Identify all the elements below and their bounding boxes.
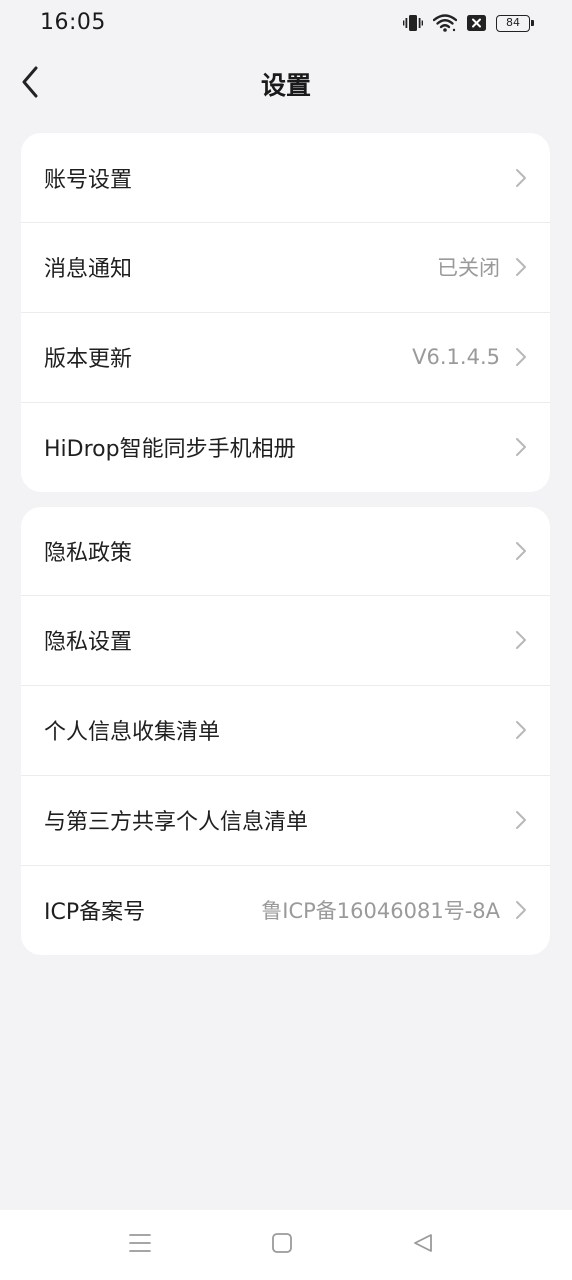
home-button[interactable] [267, 1230, 297, 1260]
battery-icon: 84 [496, 14, 534, 32]
system-back-button[interactable] [408, 1230, 438, 1260]
row-label: 与第三方共享个人信息清单 [44, 810, 309, 835]
row-label: 账号设置 [44, 167, 133, 193]
chevron-right-icon [514, 435, 528, 459]
chevron-right-icon [514, 166, 528, 190]
vibrate-icon [403, 14, 423, 32]
row-privacy-policy[interactable]: 隐私政策 [21, 507, 550, 595]
system-nav-bar [0, 1210, 572, 1280]
chevron-right-icon [514, 898, 528, 922]
row-label: HiDrop智能同步手机相册 [44, 437, 296, 462]
row-third-party-sharing[interactable]: 与第三方共享个人信息清单 [21, 775, 550, 865]
chevron-right-icon [514, 345, 528, 369]
menu-icon [129, 1233, 151, 1257]
row-label: ICP备案号 [44, 900, 146, 925]
settings-card-general: 账号设置 消息通知 已关闭 版本更新 V6.1.4.5 HiDrop智能同步手机… [21, 133, 550, 492]
row-notifications[interactable]: 消息通知 已关闭 [21, 222, 550, 312]
row-hidrop-sync[interactable]: HiDrop智能同步手机相册 [21, 402, 550, 492]
settings-card-privacy: 隐私政策 隐私设置 个人信息收集清单 与第三方共享个人信息清单 ICP备案号 鲁… [21, 507, 550, 955]
row-privacy-settings[interactable]: 隐私设置 [21, 595, 550, 685]
recent-apps-button[interactable] [125, 1230, 155, 1260]
status-bar: 16:05 84 [0, 0, 572, 52]
row-label: 隐私设置 [44, 630, 133, 655]
chevron-right-icon [514, 255, 528, 279]
row-personal-info-list[interactable]: 个人信息收集清单 [21, 685, 550, 775]
page-title: 设置 [260, 71, 311, 100]
chevron-right-icon [514, 539, 528, 563]
wifi-icon [433, 14, 457, 32]
chevron-right-icon [514, 718, 528, 742]
header: 设置 [0, 52, 572, 116]
row-account-settings[interactable]: 账号设置 [21, 133, 550, 222]
row-value: 鲁ICP备16046081号-8A [261, 899, 500, 923]
status-icons: 84 [403, 14, 534, 32]
status-time: 16:05 [40, 10, 106, 35]
row-icp-number[interactable]: ICP备案号 鲁ICP备16046081号-8A [21, 865, 550, 955]
row-label: 版本更新 [44, 347, 133, 372]
back-triangle-icon [412, 1232, 434, 1258]
row-label: 个人信息收集清单 [44, 720, 221, 745]
home-icon [271, 1232, 293, 1258]
row-label: 消息通知 [44, 257, 133, 282]
row-label: 隐私政策 [44, 541, 133, 566]
chevron-right-icon [514, 808, 528, 832]
chevron-right-icon [514, 628, 528, 652]
row-value: 已关闭 [437, 256, 500, 280]
no-sim-icon [467, 15, 486, 31]
row-version-update[interactable]: 版本更新 V6.1.4.5 [21, 312, 550, 402]
row-value: V6.1.4.5 [412, 345, 500, 369]
